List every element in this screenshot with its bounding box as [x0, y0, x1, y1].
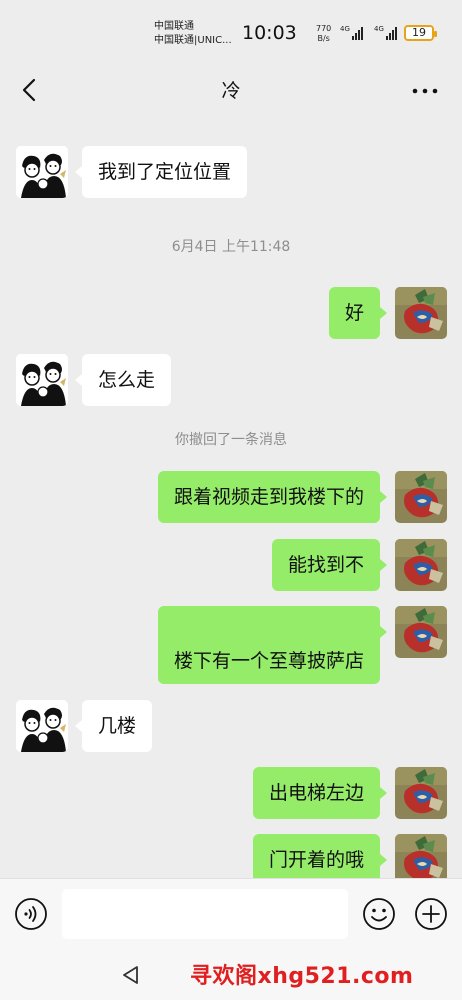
carrier-1: 中国联通 — [154, 21, 194, 32]
peer-avatar[interactable] — [16, 354, 68, 406]
signal-1-label: 4G — [340, 25, 350, 33]
chat-header: 冷 — [0, 62, 462, 118]
my-avatar[interactable] — [395, 539, 447, 591]
recall-notice: 你撤回了一条消息 — [175, 432, 287, 448]
triangle-back-icon[interactable] — [120, 964, 142, 986]
voice-icon[interactable] — [14, 897, 48, 931]
my-avatar[interactable] — [395, 606, 447, 658]
message-bubble-outgoing[interactable]: 楼下有一个至尊披萨店 — [157, 606, 388, 684]
net-speed-value: 770 — [316, 24, 332, 33]
watermark-text: 寻欢阁xhg521.com — [190, 964, 414, 989]
message-bubble-outgoing[interactable]: 跟着视频走到我楼下的 — [157, 471, 388, 523]
status-time: 10:03 — [242, 22, 297, 44]
peer-avatar[interactable] — [16, 146, 68, 198]
message-bubble-incoming[interactable]: 我到了定位位置 — [74, 146, 248, 198]
message-bubble-outgoing[interactable]: 能找到不 — [271, 539, 388, 591]
more-dots-icon[interactable] — [412, 88, 438, 94]
message-input[interactable] — [62, 889, 348, 939]
my-avatar[interactable] — [395, 287, 447, 339]
my-avatar[interactable] — [395, 471, 447, 523]
plus-icon[interactable] — [414, 897, 448, 931]
message-bubble-outgoing[interactable]: 出电梯左边 — [252, 767, 388, 819]
carrier-info: 中国联通 中国联通|UNIC... — [154, 20, 232, 48]
emoji-icon[interactable] — [362, 897, 396, 931]
chat-title: 冷 — [221, 80, 241, 102]
net-speed-unit: B/s — [317, 34, 330, 43]
battery-indicator: 19 — [404, 25, 437, 41]
system-nav-bar: 寻欢阁xhg521.com — [0, 950, 462, 1000]
chat-input-bar — [0, 878, 462, 950]
message-bubble-incoming[interactable]: 怎么走 — [74, 354, 172, 406]
peer-avatar[interactable] — [16, 700, 68, 752]
signal-2-icon: 4G — [374, 26, 397, 40]
message-bubble-incoming[interactable]: 几楼 — [74, 700, 153, 752]
status-bar: 中国联通 中国联通|UNIC... 10:03 770 B/s 4G 4G 19 — [0, 0, 462, 62]
message-bubble-outgoing[interactable]: 好 — [328, 287, 388, 339]
net-speed: 770 B/s — [316, 24, 331, 44]
my-avatar[interactable] — [395, 767, 447, 819]
carrier-2: 中国联通|UNIC... — [154, 35, 232, 46]
signal-1-icon: 4G — [340, 26, 363, 40]
signal-2-label: 4G — [374, 25, 384, 33]
message-timestamp: 6月4日 上午11:48 — [171, 239, 291, 255]
